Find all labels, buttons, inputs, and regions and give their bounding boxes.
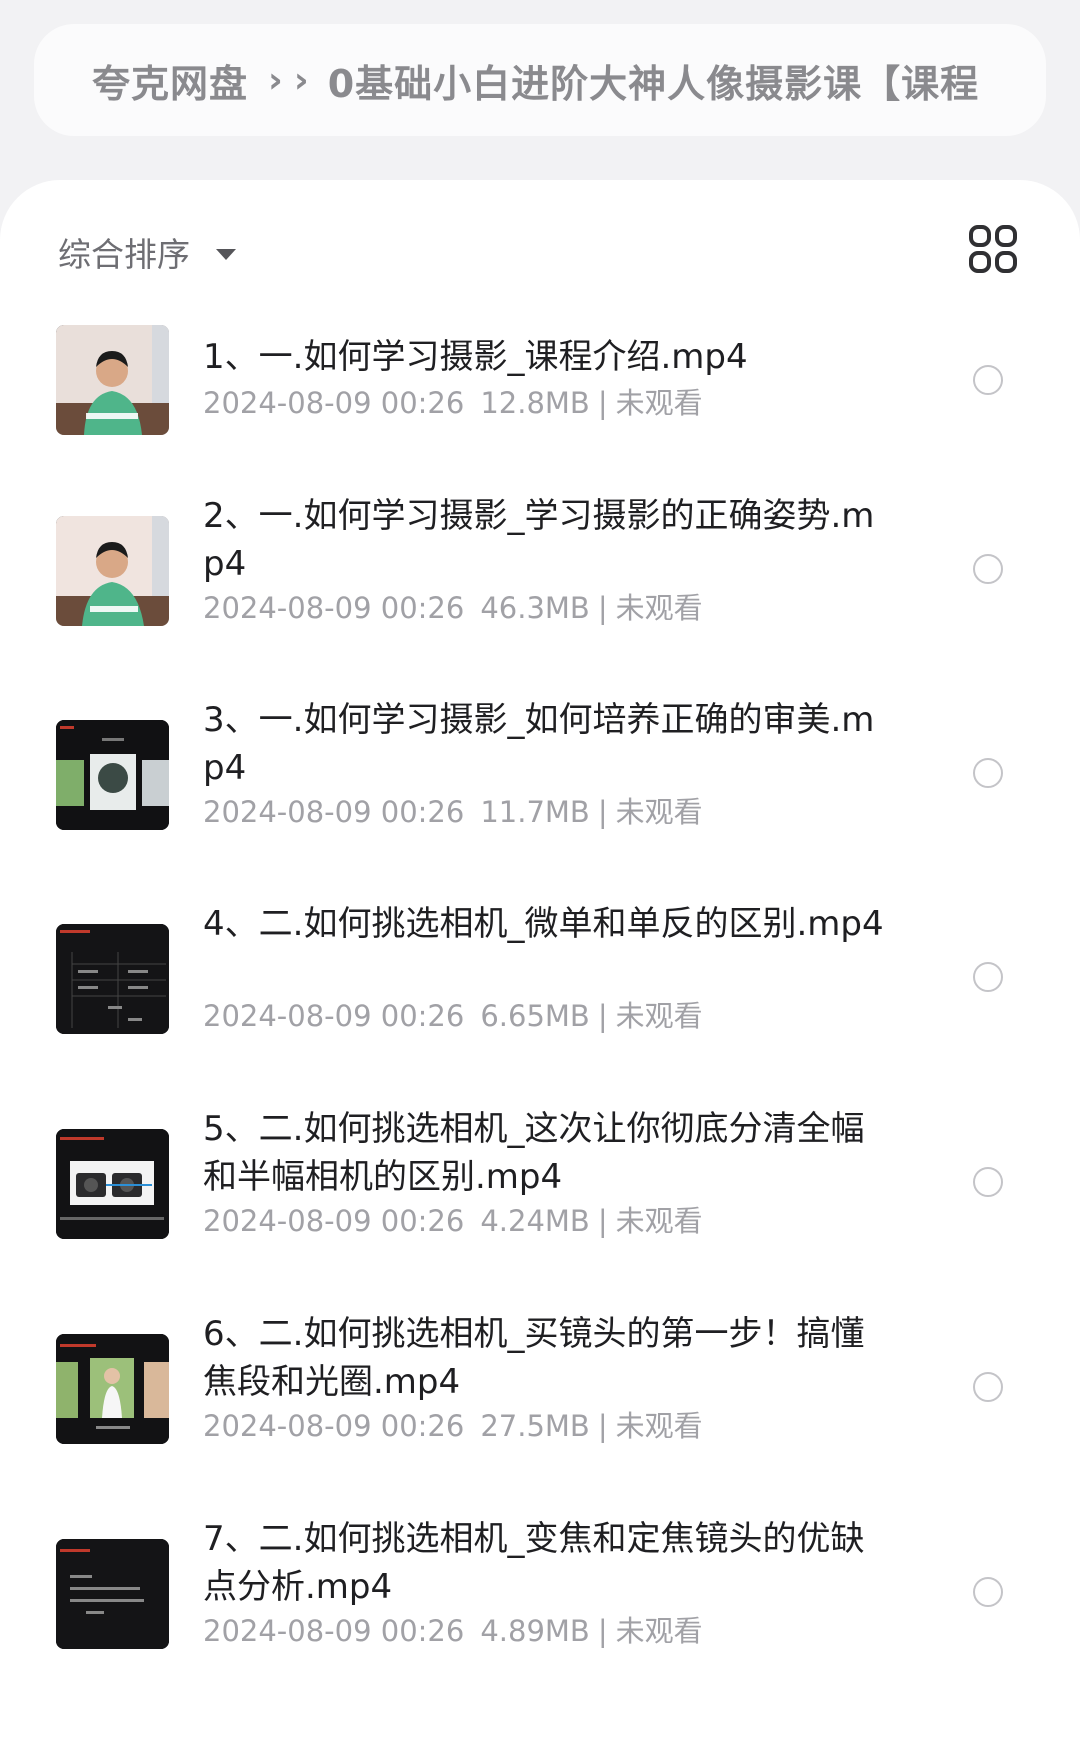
file-name: 5、二.如何挑选相机_这次让你彻底分清全幅和半幅相机的区别.mp4 bbox=[203, 1109, 865, 1197]
file-meta: 2024-08-09 00:26 46.3MB | 未观看 bbox=[203, 591, 703, 625]
file-row[interactable]: 2、一.如何学习摄影_学习摄影的正确姿势.mp4 2024-08-09 00:2… bbox=[0, 492, 1080, 642]
file-meta: 2024-08-09 00:26 6.65MB | 未观看 bbox=[203, 999, 703, 1033]
chevron-right-icon: › bbox=[293, 59, 310, 101]
watch-status: 未观看 bbox=[615, 1409, 703, 1443]
watch-status: 未观看 bbox=[615, 795, 703, 829]
file-size: 6.65MB bbox=[480, 999, 590, 1033]
file-name: 6、二.如何挑选相机_买镜头的第一步！搞懂焦段和光圈.mp4 bbox=[203, 1314, 865, 1402]
file-size: 12.8MB bbox=[480, 386, 590, 420]
video-thumbnail bbox=[56, 516, 169, 626]
file-date: 2024-08-09 00:26 bbox=[203, 386, 465, 420]
select-radio[interactable] bbox=[973, 1372, 1003, 1402]
file-meta: 2024-08-09 00:26 4.89MB | 未观看 bbox=[203, 1614, 703, 1648]
file-row[interactable]: 1、一.如何学习摄影_课程介绍.mp4 2024-08-09 00:26 12.8… bbox=[0, 325, 1080, 475]
file-date: 2024-08-09 00:26 bbox=[203, 795, 465, 829]
file-row[interactable]: 6、二.如何挑选相机_买镜头的第一步！搞懂焦段和光圈.mp4 2024-08-0… bbox=[0, 1310, 1080, 1460]
select-radio[interactable] bbox=[973, 758, 1003, 788]
file-meta: 2024-08-09 00:26 11.7MB | 未观看 bbox=[203, 795, 703, 829]
video-thumbnail bbox=[56, 1539, 169, 1649]
file-size: 27.5MB bbox=[480, 1409, 590, 1443]
file-date: 2024-08-09 00:26 bbox=[203, 591, 465, 625]
select-radio[interactable] bbox=[973, 1167, 1003, 1197]
file-name: 3、一.如何学习摄影_如何培养正确的审美.mp4 bbox=[203, 700, 875, 788]
grid-view-icon[interactable] bbox=[968, 224, 1018, 274]
file-meta: 2024-08-09 00:26 12.8MB | 未观看 bbox=[203, 386, 703, 420]
video-thumbnail bbox=[56, 924, 169, 1034]
sort-label: 综合排序 bbox=[58, 235, 190, 274]
watch-status: 未观看 bbox=[615, 1614, 703, 1648]
file-name: 4、二.如何挑选相机_微单和单反的区别.mp4 bbox=[203, 904, 884, 944]
file-name: 1、一.如何学习摄影_课程介绍.mp4 bbox=[203, 337, 748, 377]
breadcrumb-current: 0基础小白进阶大神人像摄影课【课程 bbox=[327, 61, 980, 106]
file-date: 2024-08-09 00:26 bbox=[203, 1204, 465, 1238]
file-size: 11.7MB bbox=[480, 795, 590, 829]
video-thumbnail bbox=[56, 325, 169, 435]
breadcrumb: 夸克网盘 › › 0基础小白进阶大神人像摄影课【课程 bbox=[34, 24, 1046, 136]
file-date: 2024-08-09 00:26 bbox=[203, 999, 465, 1033]
select-radio[interactable] bbox=[973, 962, 1003, 992]
sort-dropdown[interactable]: 综合排序 bbox=[58, 220, 236, 284]
file-row[interactable]: 7、二.如何挑选相机_变焦和定焦镜头的优缺点分析.mp4 2024-08-09 … bbox=[0, 1515, 1080, 1665]
select-radio[interactable] bbox=[973, 365, 1003, 395]
video-thumbnail bbox=[56, 720, 169, 830]
file-meta: 2024-08-09 00:26 4.24MB | 未观看 bbox=[203, 1204, 703, 1238]
caret-down-icon bbox=[216, 248, 236, 260]
file-date: 2024-08-09 00:26 bbox=[203, 1409, 465, 1443]
select-radio[interactable] bbox=[973, 554, 1003, 584]
file-date: 2024-08-09 00:26 bbox=[203, 1614, 465, 1648]
watch-status: 未观看 bbox=[615, 999, 703, 1033]
file-row[interactable]: 4、二.如何挑选相机_微单和单反的区别.mp4 2024-08-09 00:26… bbox=[0, 900, 1080, 1050]
file-name: 7、二.如何挑选相机_变焦和定焦镜头的优缺点分析.mp4 bbox=[203, 1519, 865, 1607]
file-name: 2、一.如何学习摄影_学习摄影的正确姿势.mp4 bbox=[203, 496, 875, 584]
select-radio[interactable] bbox=[973, 1577, 1003, 1607]
watch-status: 未观看 bbox=[615, 1204, 703, 1238]
file-meta: 2024-08-09 00:26 27.5MB | 未观看 bbox=[203, 1409, 703, 1443]
video-thumbnail bbox=[56, 1334, 169, 1444]
file-row[interactable]: 5、二.如何挑选相机_这次让你彻底分清全幅和半幅相机的区别.mp4 2024-0… bbox=[0, 1105, 1080, 1255]
watch-status: 未观看 bbox=[615, 591, 703, 625]
file-row[interactable]: 3、一.如何学习摄影_如何培养正确的审美.mp4 2024-08-09 00:2… bbox=[0, 696, 1080, 846]
chevron-right-icon: › bbox=[268, 59, 284, 101]
file-size: 4.89MB bbox=[480, 1614, 590, 1648]
file-size: 46.3MB bbox=[480, 591, 590, 625]
file-size: 4.24MB bbox=[480, 1204, 590, 1238]
file-list-panel: 综合排序 1、一.如何学习摄影_课程介绍.mp4 2024-08-09 00:2… bbox=[0, 180, 1080, 1740]
video-thumbnail bbox=[56, 1129, 169, 1239]
breadcrumb-root[interactable]: 夸克网盘 bbox=[92, 53, 248, 108]
watch-status: 未观看 bbox=[615, 386, 703, 420]
